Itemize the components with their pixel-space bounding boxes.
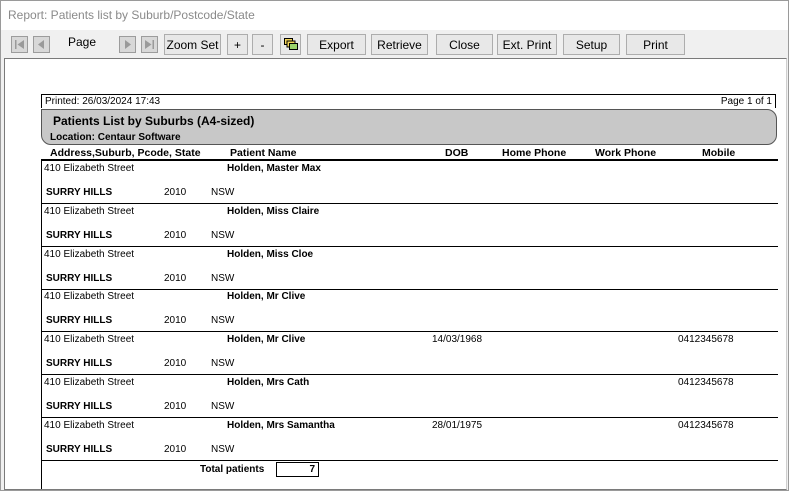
- row-state: NSW: [211, 443, 235, 455]
- next-page-button[interactable]: [119, 36, 136, 53]
- row-state: NSW: [211, 187, 235, 198]
- total-patients-value: 7: [276, 462, 319, 477]
- row-suburb: SURRY HILLS: [46, 358, 113, 370]
- next-page-icon: [125, 40, 131, 49]
- column-header-dob: DOB: [445, 147, 469, 159]
- row-suburb: SURRY HILLS: [46, 272, 113, 284]
- row-suburb: SURRY HILLS: [46, 187, 113, 198]
- last-page-button[interactable]: [141, 36, 158, 53]
- column-header-patient: Patient Name: [230, 147, 297, 159]
- row-suburb: SURRY HILLS: [46, 401, 113, 412]
- column-header-mobile: Mobile: [702, 147, 736, 159]
- previous-page-icon: [38, 40, 44, 49]
- row-pcode: 2010: [164, 315, 187, 327]
- row-address: 410 Elizabeth Street: [44, 163, 135, 174]
- total-patients-label: Total patients: [200, 464, 265, 475]
- zoom-set-button[interactable]: Zoom Set: [164, 34, 221, 55]
- row-dob: 14/03/1968: [432, 334, 483, 346]
- row-dob: 28/01/1975: [432, 419, 483, 431]
- pages-icon: [283, 38, 298, 50]
- report-window: Report: Patients list by Suburb/Postcode…: [0, 0, 789, 491]
- row-address: 410 Elizabeth Street: [44, 419, 135, 431]
- column-header-home-phone: Home Phone: [502, 147, 567, 159]
- row-pcode: 2010: [164, 229, 187, 241]
- row-name: Holden, Mr Clive: [227, 291, 306, 303]
- row-pcode: 2010: [164, 443, 187, 455]
- row-divider: [41, 245, 778, 247]
- printed-timestamp: Printed: 26/03/2024 17:43: [45, 96, 161, 107]
- window-title: Report: Patients list by Suburb/Postcode…: [8, 8, 255, 22]
- row-name: Holden, Miss Claire: [227, 205, 320, 217]
- last-page-icon: [145, 40, 154, 49]
- row-name: Holden, Miss Cloe: [227, 248, 314, 260]
- row-address: 410 Elizabeth Street: [44, 377, 135, 388]
- column-header-work-phone: Work Phone: [595, 147, 657, 159]
- row-pcode: 2010: [164, 272, 187, 284]
- row-name: Holden, Mr Clive: [227, 334, 306, 346]
- toolbar: Page Zoom Set + - Export Retrieve Close …: [1, 30, 788, 57]
- row-mobile: 0412345678: [678, 377, 734, 388]
- print-setup-icon-button[interactable]: [280, 34, 301, 55]
- row-state: NSW: [211, 315, 235, 327]
- title-bar: Report: Patients list by Suburb/Postcode…: [1, 1, 788, 30]
- header-rule: [41, 159, 778, 161]
- report-page: Printed: 26/03/2024 17:43 Page 1 of 1 Pa…: [5, 59, 786, 489]
- row-suburb: SURRY HILLS: [46, 229, 113, 241]
- row-address: 410 Elizabeth Street: [44, 291, 135, 303]
- previous-page-button[interactable]: [33, 36, 50, 53]
- row-divider: [41, 331, 778, 333]
- row-pcode: 2010: [164, 358, 187, 370]
- row-address: 410 Elizabeth Street: [44, 334, 135, 346]
- row-divider: [41, 288, 778, 290]
- report-title: Patients List by Suburbs (A4-sized): [53, 114, 255, 128]
- ext-print-button[interactable]: Ext. Print: [497, 34, 557, 55]
- row-divider: [41, 203, 778, 204]
- print-button[interactable]: Print: [626, 34, 685, 55]
- row-state: NSW: [211, 272, 235, 284]
- row-pcode: 2010: [164, 401, 187, 412]
- left-rule: [41, 159, 42, 489]
- row-pcode: 2010: [164, 187, 187, 198]
- zoom-in-button[interactable]: +: [227, 34, 248, 55]
- row-name: Holden, Mrs Samantha: [227, 419, 335, 431]
- row-suburb: SURRY HILLS: [46, 315, 113, 327]
- first-page-button[interactable]: [11, 36, 28, 53]
- row-name: Holden, Mrs Cath: [227, 377, 310, 388]
- row-state: NSW: [211, 401, 235, 412]
- retrieve-button[interactable]: Retrieve: [371, 34, 428, 55]
- export-button[interactable]: Export: [307, 34, 366, 55]
- row-divider: [41, 459, 778, 461]
- close-button[interactable]: Close: [436, 34, 493, 55]
- row-divider: [41, 417, 778, 418]
- row-mobile: 0412345678: [678, 334, 734, 346]
- row-mobile: 0412345678: [678, 419, 734, 431]
- row-address: 410 Elizabeth Street: [44, 205, 135, 217]
- row-address: 410 Elizabeth Street: [44, 248, 135, 260]
- row-state: NSW: [211, 358, 235, 370]
- report-location: Location: Centaur Software: [50, 132, 181, 143]
- row-suburb: SURRY HILLS: [46, 443, 113, 455]
- row-name: Holden, Master Max: [227, 163, 321, 174]
- page-count: Page 1 of 1: [720, 96, 772, 107]
- zoom-out-button[interactable]: -: [252, 34, 273, 55]
- column-header-address: Address,Suburb, Pcode, State: [50, 147, 201, 159]
- report-preview[interactable]: Printed: 26/03/2024 17:43 Page 1 of 1 Pa…: [4, 58, 787, 490]
- row-divider: [41, 374, 778, 376]
- page-label: Page: [68, 35, 97, 49]
- first-page-icon: [15, 40, 24, 49]
- row-state: NSW: [211, 229, 235, 241]
- setup-button[interactable]: Setup: [563, 34, 620, 55]
